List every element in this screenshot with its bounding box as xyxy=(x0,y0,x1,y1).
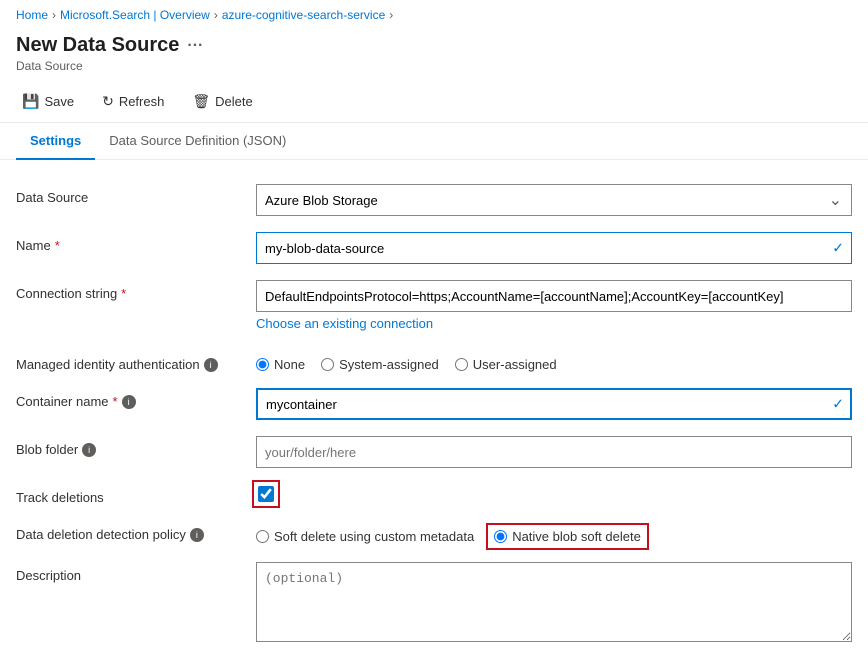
connection-string-label: Connection string * xyxy=(16,280,256,301)
breadcrumb-home[interactable]: Home xyxy=(16,8,48,22)
managed-identity-none[interactable]: None xyxy=(256,357,305,372)
save-button[interactable]: 💾 Save xyxy=(16,89,80,114)
managed-identity-control: None System-assigned User-assigned xyxy=(256,351,852,372)
track-deletions-checkbox[interactable] xyxy=(258,486,274,502)
connection-string-control: Choose an existing connection xyxy=(256,280,852,335)
breadcrumb-search[interactable]: Microsoft.Search | Overview xyxy=(60,8,210,22)
breadcrumb-service[interactable]: azure-cognitive-search-service xyxy=(222,8,385,22)
deletion-policy-label: Data deletion detection policy i xyxy=(16,521,256,542)
container-name-info-icon[interactable]: i xyxy=(122,395,136,409)
tab-bar: Settings Data Source Definition (JSON) xyxy=(0,123,868,160)
managed-identity-info-icon[interactable]: i xyxy=(204,358,218,372)
page-subtitle: Data Source xyxy=(16,59,852,73)
blob-folder-row: Blob folder i xyxy=(16,428,852,476)
data-source-select[interactable]: Azure Blob Storage Azure SQL Database Az… xyxy=(256,184,852,216)
choose-connection-link[interactable]: Choose an existing connection xyxy=(256,312,433,335)
container-name-control: ✓ xyxy=(256,388,852,420)
name-label: Name * xyxy=(16,232,256,253)
container-name-valid-icon: ✓ xyxy=(832,396,844,413)
refresh-button[interactable]: ↻ Refresh xyxy=(96,89,170,114)
policy-native-blob[interactable]: Native blob soft delete xyxy=(490,527,645,546)
tab-settings[interactable]: Settings xyxy=(16,123,95,160)
container-name-input[interactable] xyxy=(256,388,852,420)
managed-identity-system[interactable]: System-assigned xyxy=(321,357,439,372)
deletion-policy-control: Soft delete using custom metadata Native… xyxy=(256,521,852,546)
data-source-label: Data Source xyxy=(16,184,256,205)
container-name-required: * xyxy=(113,394,118,409)
connection-string-required: * xyxy=(121,286,126,301)
description-row: Description xyxy=(16,554,852,653)
description-label: Description xyxy=(16,562,256,583)
blob-folder-label: Blob folder i xyxy=(16,436,256,457)
data-source-row: Data Source Azure Blob Storage Azure SQL… xyxy=(16,176,852,224)
blob-folder-control xyxy=(256,436,852,468)
refresh-icon: ↻ xyxy=(102,93,114,110)
blob-folder-info-icon[interactable]: i xyxy=(82,443,96,457)
more-options-icon[interactable]: ··· xyxy=(187,37,203,55)
save-icon: 💾 xyxy=(22,93,39,110)
track-deletions-control xyxy=(256,484,852,505)
page-header: New Data Source ··· Data Source xyxy=(0,30,868,81)
data-source-control: Azure Blob Storage Azure SQL Database Az… xyxy=(256,184,852,216)
blob-folder-input[interactable] xyxy=(256,436,852,468)
name-input[interactable] xyxy=(256,232,852,264)
managed-identity-row: Managed identity authentication i None S… xyxy=(16,343,852,380)
description-control xyxy=(256,562,852,645)
connection-string-row: Connection string * Choose an existing c… xyxy=(16,272,852,343)
name-required: * xyxy=(55,238,60,253)
form: Data Source Azure Blob Storage Azure SQL… xyxy=(0,176,868,653)
managed-identity-label: Managed identity authentication i xyxy=(16,351,256,372)
deletion-policy-row: Data deletion detection policy i Soft de… xyxy=(16,513,852,554)
managed-identity-user[interactable]: User-assigned xyxy=(455,357,557,372)
container-name-row: Container name * i ✓ xyxy=(16,380,852,428)
policy-soft-delete[interactable]: Soft delete using custom metadata xyxy=(256,529,474,544)
page-title: New Data Source xyxy=(16,34,179,57)
delete-icon: 🗑 xyxy=(192,93,210,110)
name-valid-icon: ✓ xyxy=(832,240,844,257)
name-row: Name * ✓ xyxy=(16,224,852,272)
connection-string-input[interactable] xyxy=(256,280,852,312)
deletion-policy-info-icon[interactable]: i xyxy=(190,528,204,542)
tab-json[interactable]: Data Source Definition (JSON) xyxy=(95,123,300,160)
container-name-label: Container name * i xyxy=(16,388,256,409)
track-deletions-row: Track deletions xyxy=(16,476,852,513)
track-deletions-label: Track deletions xyxy=(16,484,256,505)
delete-button[interactable]: 🗑 Delete xyxy=(186,89,258,114)
toolbar: 💾 Save ↻ Refresh 🗑 Delete xyxy=(0,81,868,123)
name-control: ✓ xyxy=(256,232,852,264)
description-textarea[interactable] xyxy=(256,562,852,642)
breadcrumb: Home › Microsoft.Search | Overview › azu… xyxy=(0,0,868,30)
